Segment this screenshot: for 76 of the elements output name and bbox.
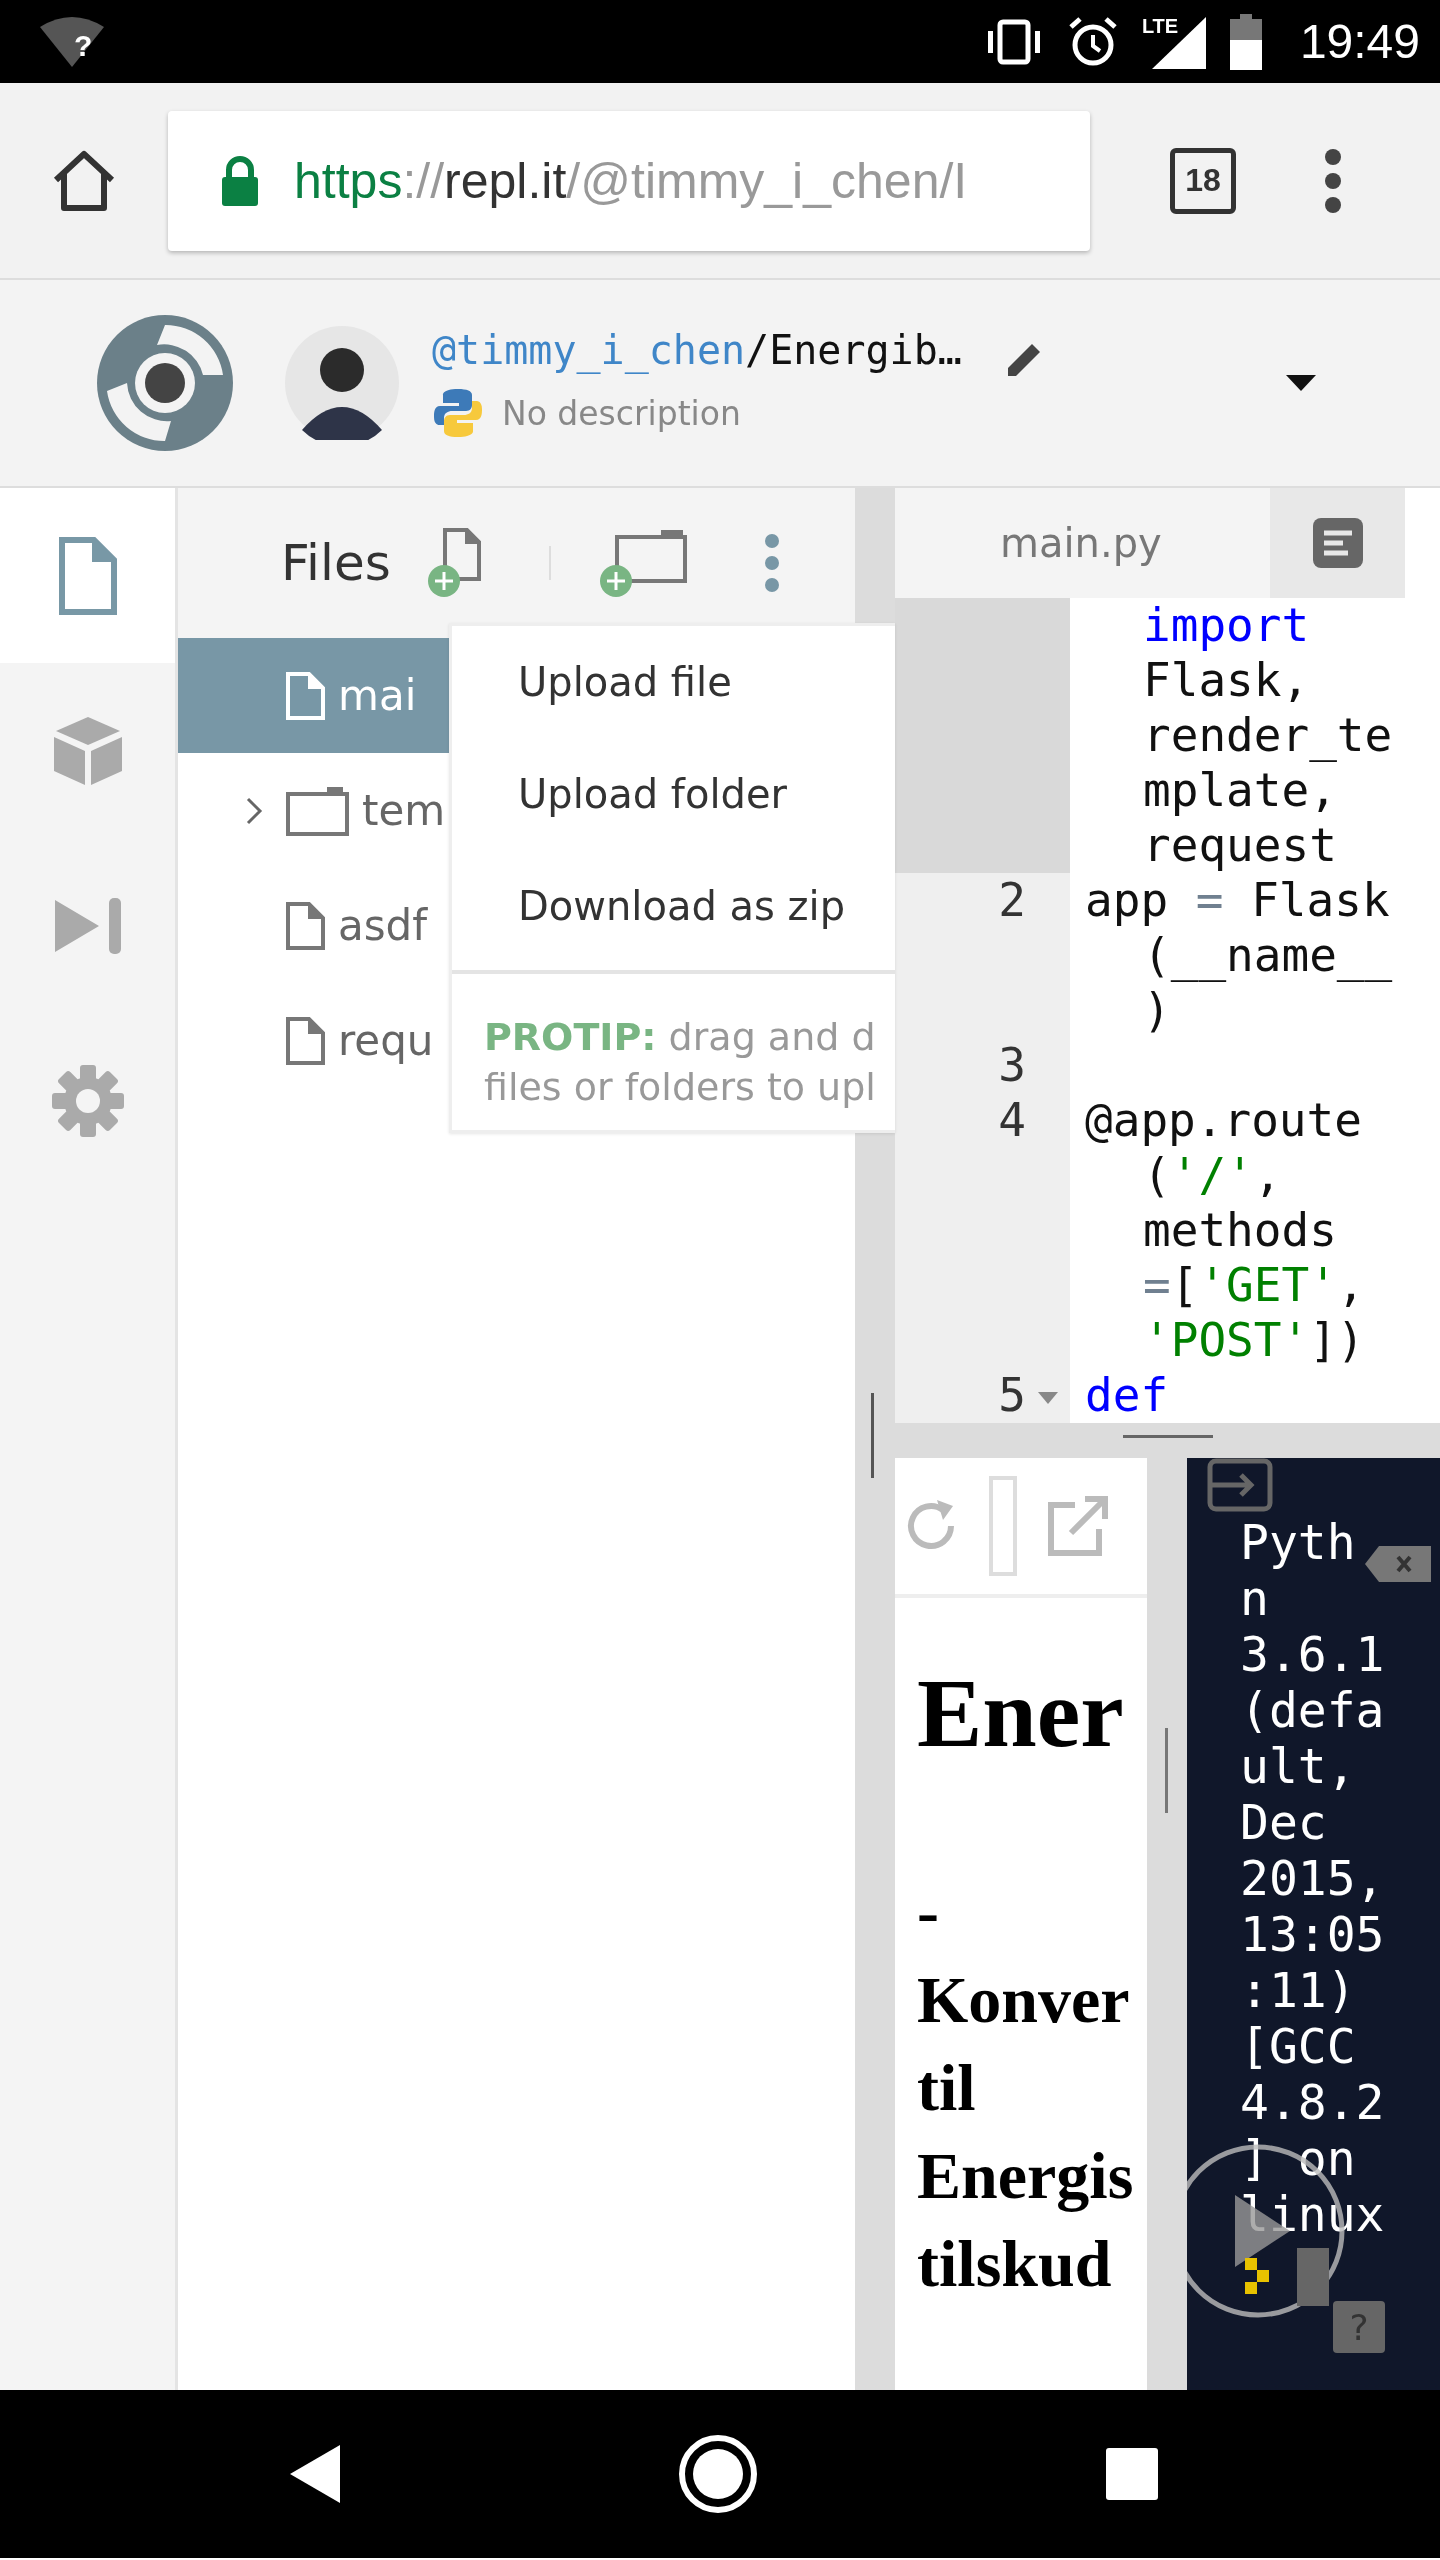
page-text: - — [917, 1874, 940, 1950]
format-button[interactable] — [1312, 518, 1363, 568]
page-text: til — [917, 2050, 977, 2126]
code-line: request — [1142, 818, 1338, 873]
code-line: render_te — [1142, 708, 1393, 763]
back-button[interactable] — [290, 2445, 340, 2503]
line-number: 2 — [998, 873, 1026, 928]
scrollbar-thumb[interactable] — [1165, 1728, 1168, 1813]
menu-item[interactable]: Upload folder — [452, 738, 895, 850]
code-line: mplate, — [1142, 763, 1338, 818]
more-icon[interactable] — [763, 533, 780, 593]
caret-icon[interactable] — [1285, 375, 1316, 391]
page-text: Konver — [917, 1962, 1131, 2038]
code-line: import — [1142, 598, 1311, 653]
clear-button[interactable] — [1365, 1546, 1431, 1582]
fold-icon[interactable] — [1038, 1392, 1058, 1404]
code-line: app = Flask — [1085, 873, 1391, 928]
clock-time: 19:49 — [1299, 14, 1420, 69]
file-icon — [285, 900, 326, 951]
folder-icon — [285, 784, 350, 837]
add-folder-icon[interactable] — [598, 527, 689, 599]
home-button[interactable] — [678, 2434, 758, 2514]
repl-description: No description — [502, 393, 741, 433]
lines-icon — [1312, 518, 1363, 568]
files-tab[interactable] — [0, 488, 175, 663]
file-icon — [285, 670, 326, 721]
cube-icon — [51, 714, 124, 787]
code-line: methods — [1142, 1203, 1338, 1258]
menu-icon[interactable] — [1323, 148, 1343, 213]
page-text: tilskud — [917, 2226, 1113, 2302]
line-number: 3 — [998, 1038, 1026, 1093]
code-line: =['GET', — [1142, 1258, 1365, 1313]
file-item[interactable]: mai — [178, 638, 449, 753]
protip-text: PROTIP: drag and d files or folders to upl — [452, 970, 895, 1112]
network-type: LTE — [1141, 14, 1179, 38]
url-field[interactable]: https://repl.it/@timmy_i_chen/I — [168, 110, 1090, 251]
code-line: (__name__ — [1142, 928, 1393, 983]
prompt-icon — [1245, 2258, 1271, 2296]
code-line: Flask, — [1142, 653, 1311, 708]
alarm-icon — [1067, 16, 1118, 67]
file-item[interactable]: requ — [178, 983, 449, 1098]
resize-handle[interactable] — [1122, 1435, 1213, 1438]
file-tab[interactable]: main.py — [895, 488, 1270, 598]
address-field[interactable] — [989, 1476, 1017, 1576]
swirl-logo-icon — [95, 313, 235, 453]
input-icon[interactable] — [1207, 1458, 1273, 1512]
step-icon — [52, 895, 123, 956]
repl-title: @timmy_i_chen/Energib… — [432, 327, 962, 373]
code-line: @app.route — [1085, 1093, 1363, 1148]
page-heading: Ener — [917, 1658, 1125, 1769]
settings-icon — [51, 1064, 124, 1137]
line-number: 5 — [998, 1368, 1026, 1423]
text-cursor — [1297, 2248, 1329, 2306]
line-number: 4 — [998, 1093, 1026, 1148]
folder-item[interactable]: tem — [178, 753, 449, 868]
code-line: ) — [1142, 983, 1172, 1038]
url-text: https://repl.it/@timmy_i_chen/I — [294, 151, 968, 210]
chevron-icon[interactable] — [245, 795, 263, 826]
panel-title: Files — [281, 534, 391, 592]
network-status-label: ? — [74, 28, 93, 63]
code-line: ('/', — [1142, 1148, 1283, 1203]
python-icon — [432, 387, 484, 439]
code-line: def — [1085, 1368, 1169, 1423]
file-icon — [285, 1015, 326, 1066]
tab-count-button[interactable]: 18 — [1170, 147, 1236, 214]
open-external-icon[interactable] — [1047, 1495, 1109, 1557]
lock-icon — [220, 155, 260, 206]
battery-icon — [1229, 13, 1262, 70]
wifi-icon — [40, 14, 104, 69]
scrollbar-thumb[interactable] — [871, 1393, 874, 1478]
menu-item[interactable]: Upload file — [452, 626, 895, 738]
code-line: 'POST']) — [1142, 1313, 1365, 1368]
page-text: Energis — [917, 2138, 1135, 2214]
file-icon — [57, 535, 118, 616]
menu-item[interactable]: Download as zip — [452, 850, 895, 962]
file-item[interactable]: asdf — [178, 868, 449, 983]
